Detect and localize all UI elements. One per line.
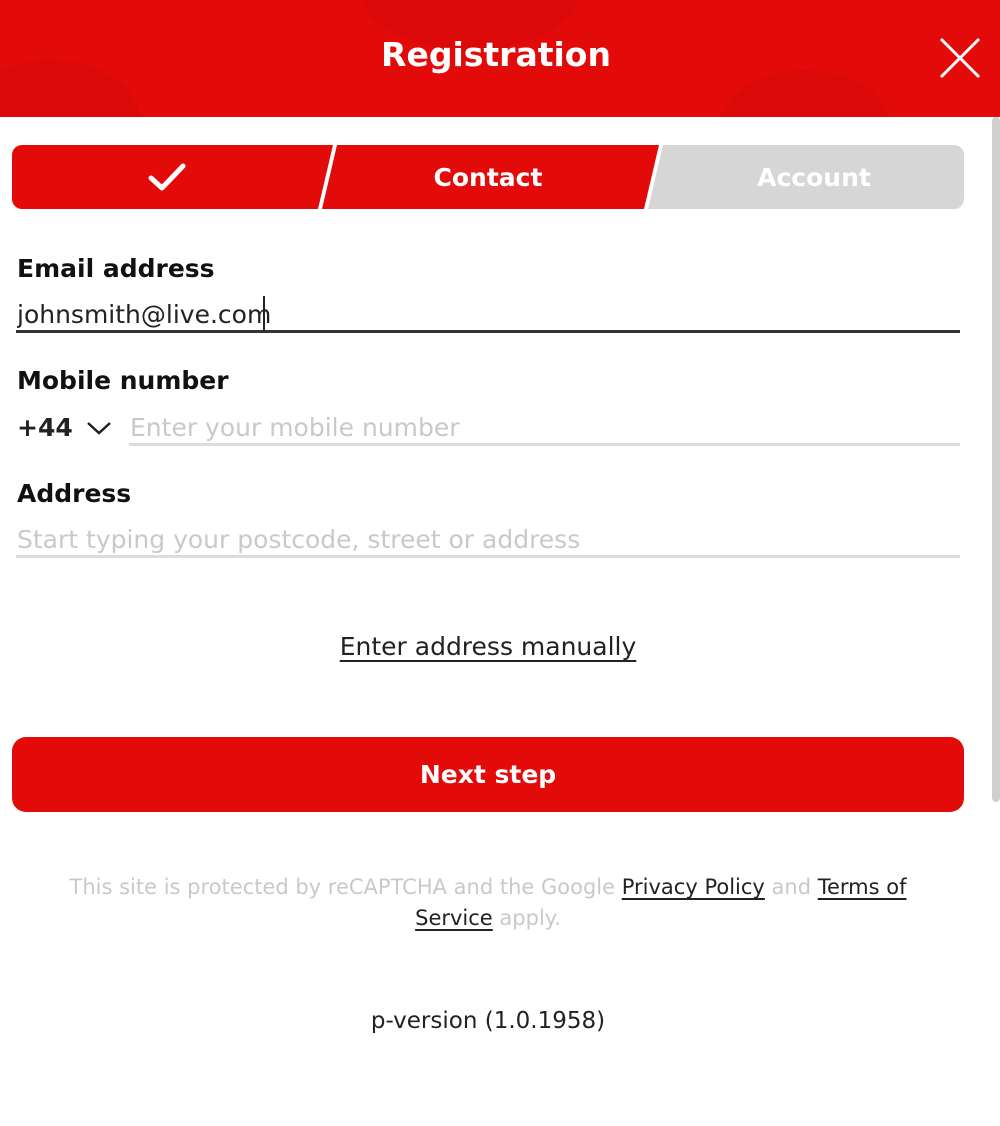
- address-underline: [16, 555, 960, 558]
- version-label: p-version (1.0.1958): [370, 1008, 606, 1034]
- country-code-value: +44: [17, 413, 73, 442]
- recaptcha-suffix: apply.: [492, 906, 561, 930]
- email-underline: [16, 330, 960, 333]
- enter-address-manually-link[interactable]: Enter address manually: [340, 632, 637, 661]
- country-code-select[interactable]: +44: [17, 413, 113, 442]
- privacy-policy-link[interactable]: Privacy Policy: [622, 875, 765, 899]
- step-account[interactable]: Account: [654, 145, 964, 209]
- scrollbar[interactable]: [992, 117, 1000, 802]
- step-completed[interactable]: [12, 145, 322, 209]
- check-icon: [148, 163, 186, 191]
- mobile-number-input[interactable]: [130, 409, 960, 445]
- next-step-button[interactable]: Next step: [12, 737, 964, 812]
- close-icon: [939, 37, 981, 79]
- page-title: Registration: [381, 35, 611, 74]
- step-contact[interactable]: Contact: [322, 145, 654, 209]
- recaptcha-notice: This site is protected by reCAPTCHA and …: [30, 872, 946, 934]
- address-label: Address: [17, 479, 132, 508]
- recaptcha-prefix: This site is protected by reCAPTCHA and …: [69, 875, 622, 899]
- manual-address-container: Enter address manually: [0, 632, 976, 661]
- email-field[interactable]: [17, 296, 960, 332]
- close-button[interactable]: [938, 36, 982, 80]
- chevron-down-icon: [86, 421, 111, 435]
- text-caret: [263, 296, 265, 332]
- recaptcha-and: and: [764, 875, 818, 899]
- address-input[interactable]: [17, 521, 960, 557]
- email-label: Email address: [17, 254, 215, 283]
- mobile-label: Mobile number: [17, 366, 229, 395]
- registration-stepper: Contact Account: [12, 145, 964, 209]
- mobile-underline: [129, 443, 960, 446]
- modal-header: Registration: [0, 0, 1000, 117]
